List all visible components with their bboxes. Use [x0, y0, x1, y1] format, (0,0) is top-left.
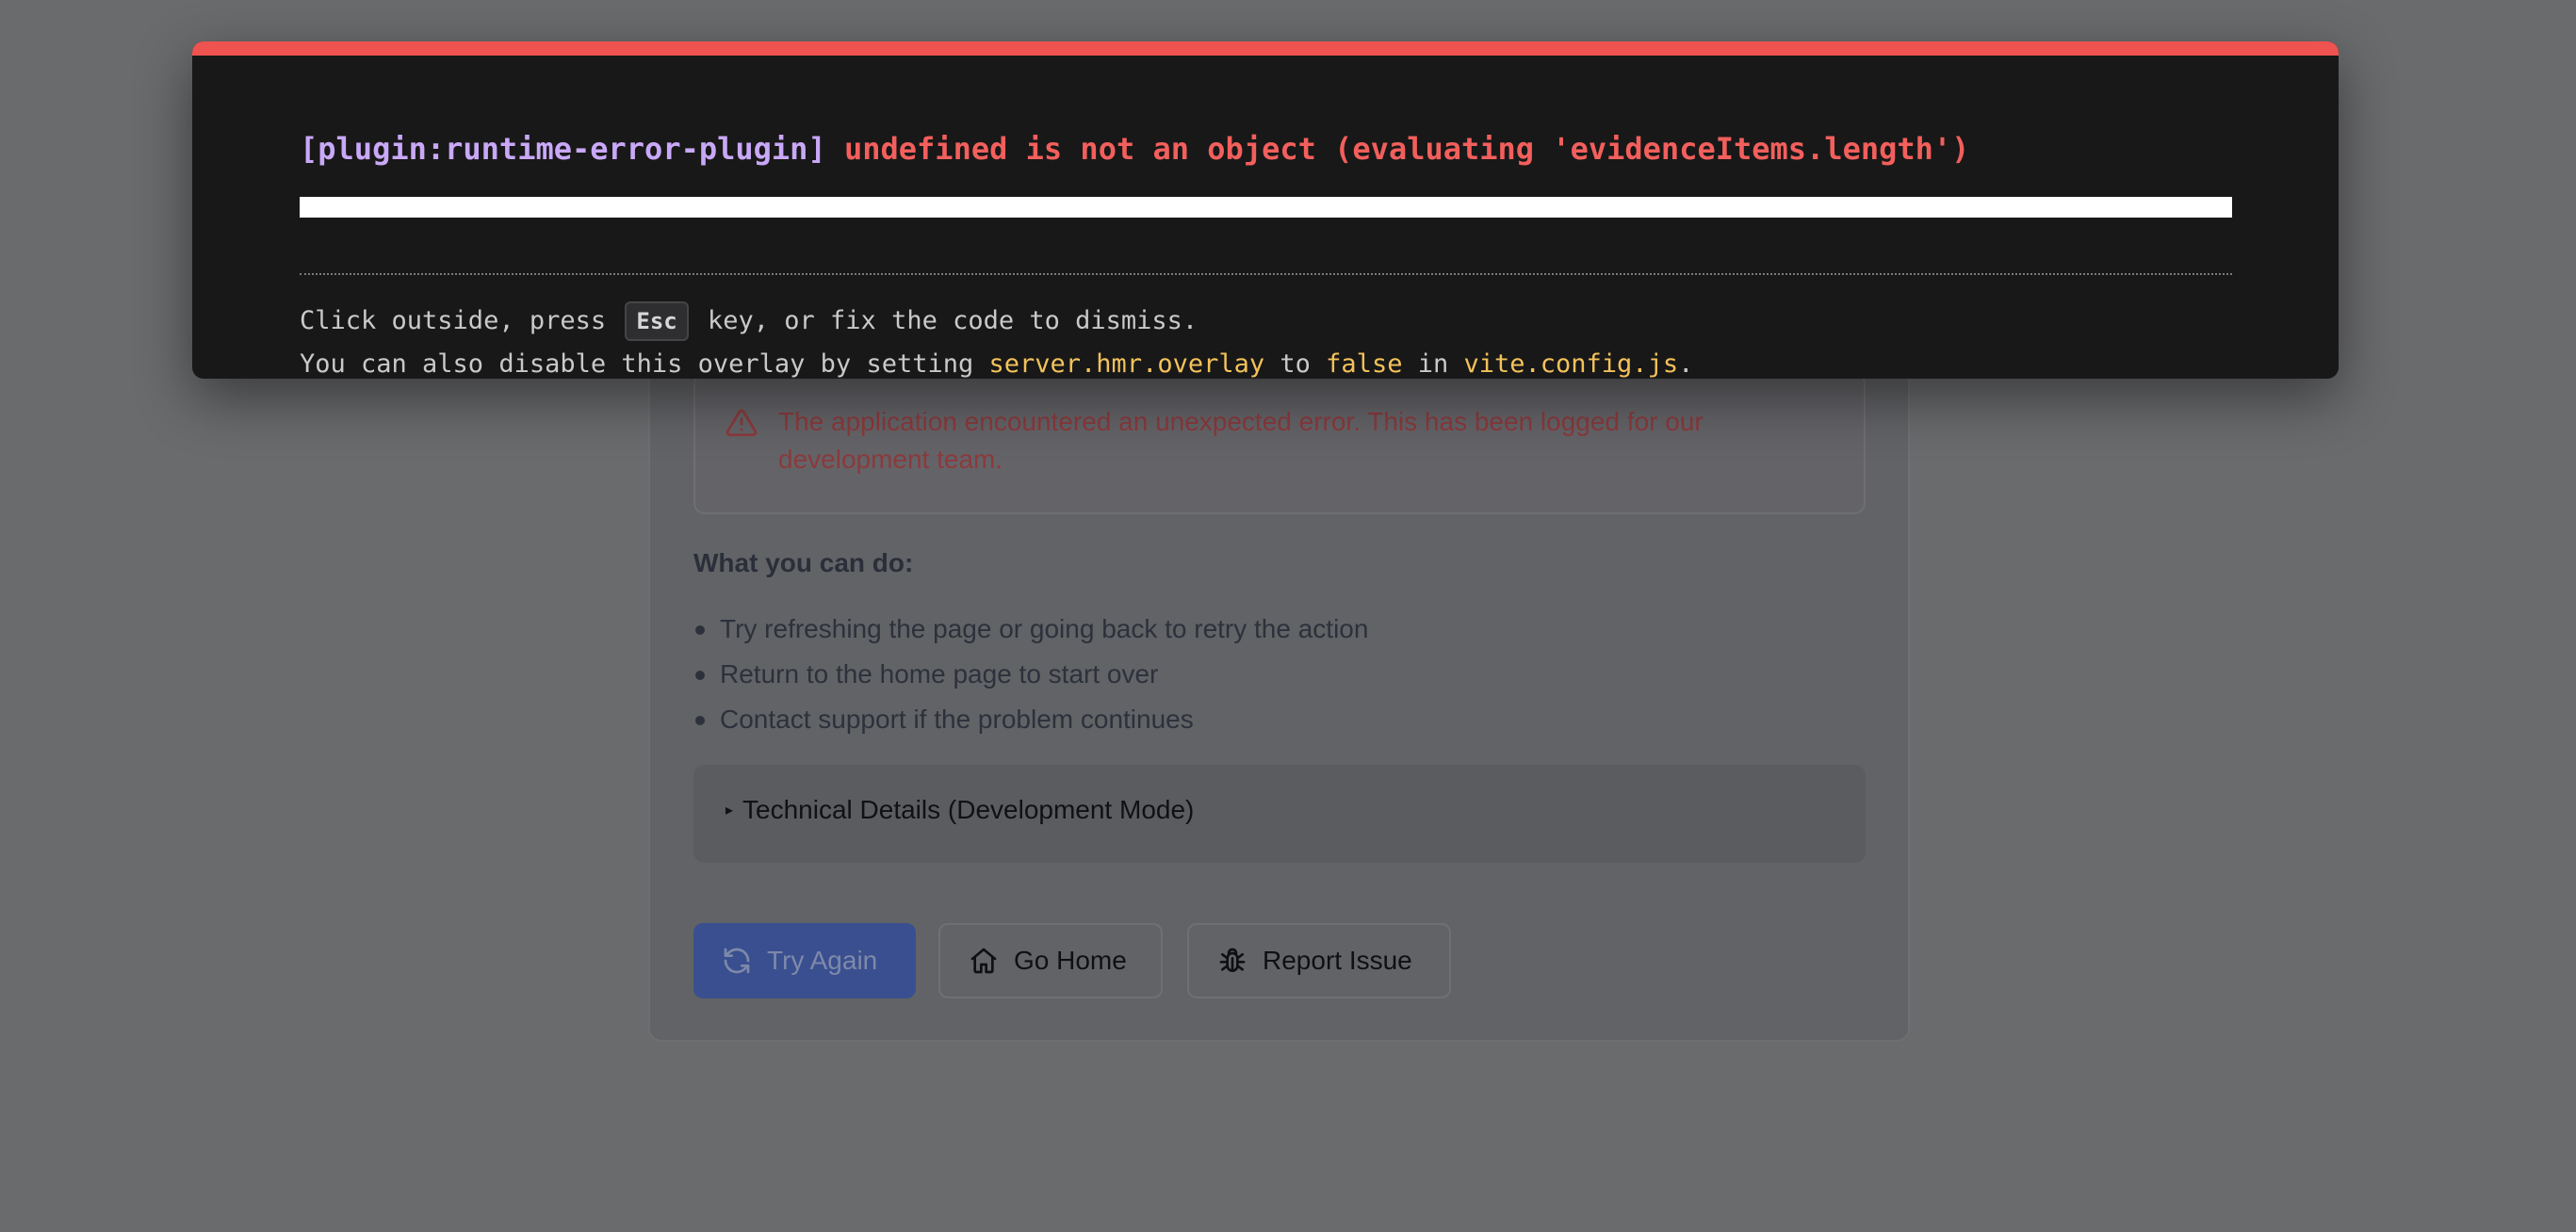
tip-text: key, or fix the code to dismiss. [708, 306, 1198, 335]
caret-right-icon: ▸ [726, 802, 734, 819]
overlay-top-bar [192, 41, 2339, 56]
alert-message: The application encountered an unexpecte… [778, 407, 1704, 474]
dismiss-tip: Click outside, press Esc key, or fix the… [300, 300, 1198, 343]
setting-value: false [1326, 349, 1403, 379]
list-item: Try refreshing the page or going back to… [693, 607, 1368, 652]
tip-text: . [1678, 349, 1694, 379]
overlay-divider [300, 273, 2232, 275]
report-issue-button[interactable]: Report Issue [1187, 923, 1451, 998]
go-home-button[interactable]: Go Home [938, 923, 1163, 998]
list-item: Contact support if the problem continues [693, 697, 1368, 742]
error-overlay[interactable]: [plugin:runtime-error-plugin] undefined … [192, 41, 2339, 379]
technical-details-label: Technical Details (Development Mode) [742, 795, 1195, 824]
bug-icon [1219, 948, 1246, 972]
error-message: [plugin:runtime-error-plugin] undefined … [300, 128, 1969, 170]
esc-key: Esc [625, 301, 689, 341]
config-file: vite.config.js [1463, 349, 1679, 379]
list-item: Return to the home page to start over [693, 652, 1368, 697]
tips-list: Try refreshing the page or going back to… [693, 607, 1368, 742]
try-again-label: Try Again [767, 946, 878, 975]
tips-heading: What you can do: [693, 548, 914, 577]
go-home-label: Go Home [1014, 946, 1127, 975]
try-again-button[interactable]: Try Again [693, 923, 916, 998]
code-frame [300, 197, 2232, 218]
report-issue-label: Report Issue [1263, 946, 1412, 975]
tip-text: You can also disable this overlay by set… [300, 349, 974, 379]
plugin-name: [plugin:runtime-error-plugin] [300, 131, 826, 167]
refresh-icon [724, 948, 750, 974]
error-text: undefined is not an object (evaluating '… [843, 131, 1970, 167]
disable-overlay-tip: You can also disable this overlay by set… [300, 343, 1693, 379]
home-icon [970, 948, 997, 974]
tip-text: Click outside, press [300, 306, 607, 335]
tip-text: to [1280, 349, 1311, 379]
technical-details-summary[interactable]: ▸ Technical Details (Development Mode) [726, 795, 1194, 825]
tip-text: in [1417, 349, 1449, 379]
setting-name: server.hmr.overlay [988, 349, 1265, 379]
warning-triangle-icon [726, 409, 758, 437]
